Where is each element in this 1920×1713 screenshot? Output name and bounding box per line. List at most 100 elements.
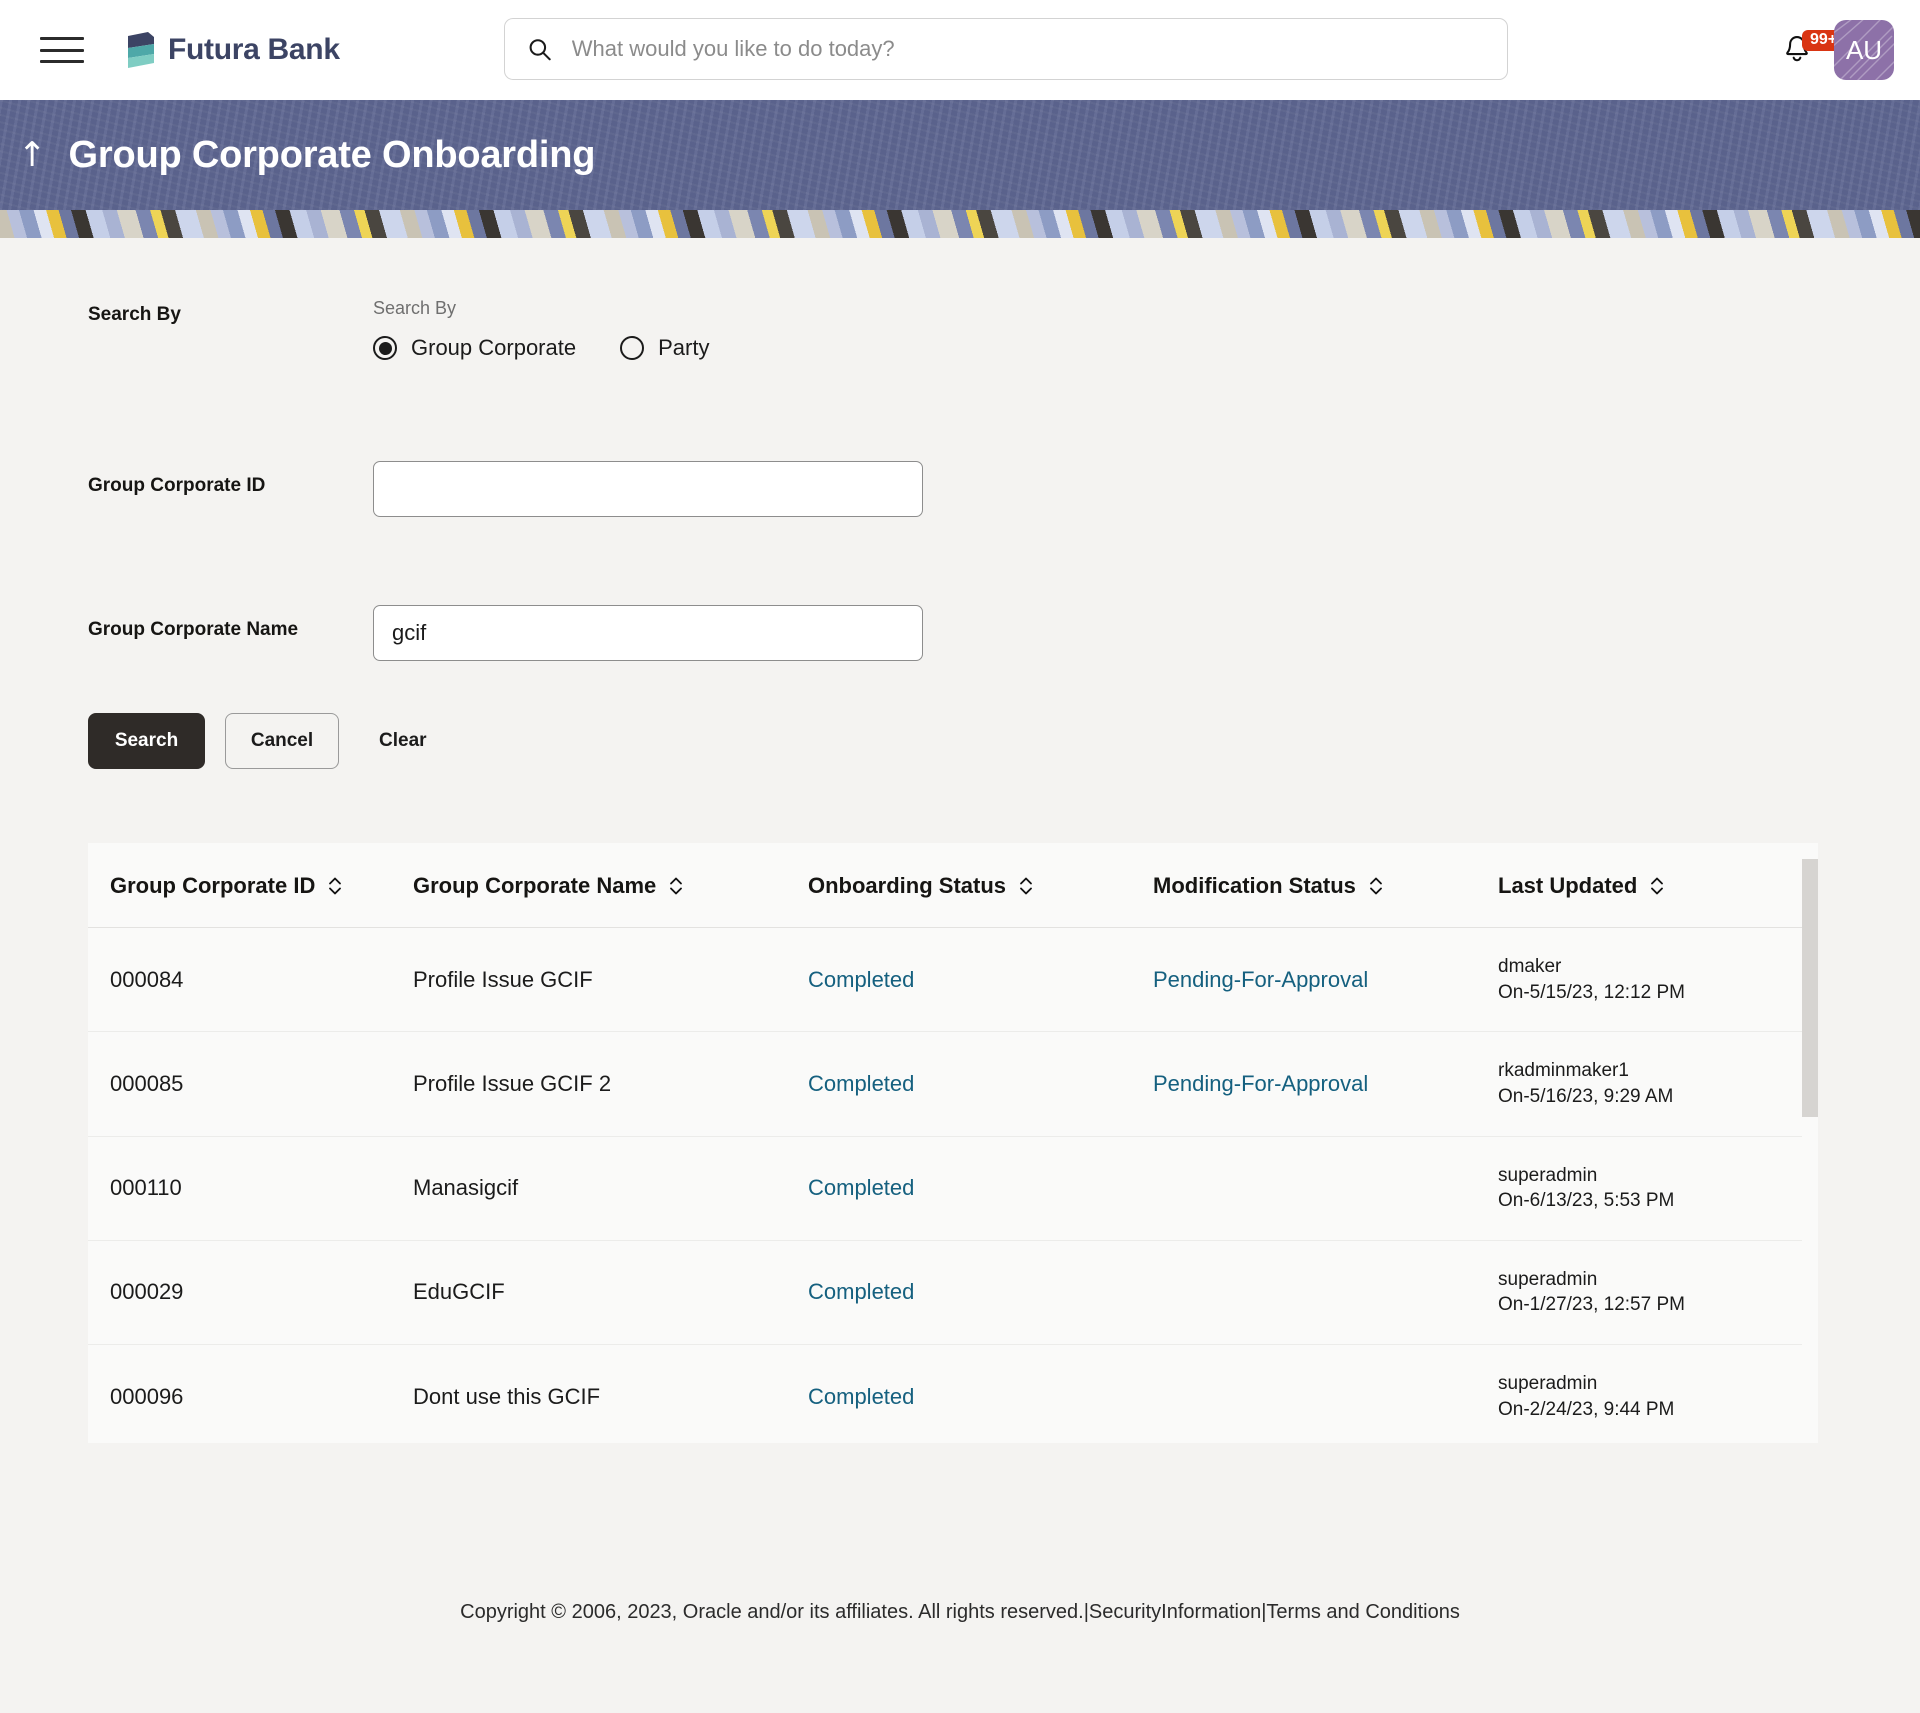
- table-row[interactable]: 000029 EduGCIF Completed superadmin On-1…: [88, 1240, 1803, 1346]
- table-row[interactable]: 000110 Manasigcif Completed superadmin O…: [88, 1136, 1803, 1241]
- search-form: Search By Search By Group Corporate Part…: [0, 298, 1920, 769]
- group-corporate-name-input[interactable]: [373, 605, 923, 661]
- clear-button[interactable]: Clear: [359, 713, 447, 769]
- cell-group-corporate-id: 000029: [88, 1240, 413, 1346]
- cell-onboarding-status: Completed: [808, 1136, 1153, 1241]
- updated-by: rkadminmaker1: [1498, 1060, 1629, 1082]
- updated-by: superadmin: [1498, 1268, 1598, 1290]
- cell-group-corporate-id: 000096: [88, 1344, 413, 1443]
- cell-group-corporate-id: 000085: [88, 1031, 413, 1137]
- notifications-button[interactable]: 99+: [1782, 30, 1846, 66]
- radio-selected-icon: [373, 336, 397, 360]
- cell-last-updated: superadmin On-1/27/23, 12:57 PM: [1498, 1240, 1803, 1346]
- search-by-row: Search By Search By Group Corporate Part…: [88, 298, 1920, 361]
- search-icon: [529, 39, 551, 61]
- table-scrollbar-track[interactable]: [1802, 843, 1818, 1443]
- updated-by: superadmin: [1498, 1373, 1598, 1395]
- cell-onboarding-status: Completed: [808, 1240, 1153, 1346]
- back-arrow-icon[interactable]: ↑: [18, 138, 47, 172]
- cell-modification-status: [1153, 1344, 1498, 1443]
- onboarding-status-link[interactable]: Completed: [808, 1279, 914, 1304]
- avatar-pattern: [1834, 20, 1894, 80]
- hamburger-menu-icon[interactable]: [40, 33, 86, 67]
- updated-on: On-2/24/23, 9:44 PM: [1498, 1398, 1675, 1420]
- brand-logo[interactable]: Futura Bank: [120, 30, 340, 70]
- global-search: [504, 18, 1508, 80]
- hamburger-line: [40, 37, 84, 40]
- group-corporate-id-input[interactable]: [373, 461, 923, 517]
- column-header-onboarding-status[interactable]: Onboarding Status: [808, 843, 1153, 928]
- brand-name: Futura Bank: [168, 33, 340, 66]
- search-box[interactable]: [504, 18, 1508, 80]
- banner-decorative-pattern: [0, 210, 1920, 238]
- cell-group-corporate-name: EduGCIF: [413, 1240, 808, 1346]
- table-header: Group Corporate ID Group Corporate Name …: [88, 843, 1803, 928]
- column-header-last-updated[interactable]: Last Updated: [1498, 843, 1803, 928]
- updated-on: On-5/15/23, 12:12 PM: [1498, 981, 1685, 1003]
- page-banner: ↑ Group Corporate Onboarding: [0, 100, 1920, 210]
- column-header-modification-status[interactable]: Modification Status: [1153, 843, 1498, 928]
- table-scrollbar-thumb[interactable]: [1802, 859, 1818, 1117]
- cell-group-corporate-id: 000084: [88, 927, 413, 1033]
- cell-modification-status: [1153, 1240, 1498, 1346]
- avatar[interactable]: AU: [1834, 20, 1894, 80]
- footer-copyright: Copyright © 2006, 2023, Oracle and/or it…: [460, 1600, 1084, 1623]
- radio-group-corporate[interactable]: Group Corporate: [373, 335, 576, 361]
- table-row[interactable]: 000085 Profile Issue GCIF 2 Completed Pe…: [88, 1031, 1803, 1137]
- radio-unselected-icon: [620, 336, 645, 360]
- onboarding-status-link[interactable]: Completed: [808, 967, 914, 992]
- column-label: Last Updated: [1498, 873, 1638, 898]
- search-button[interactable]: Search: [88, 713, 205, 769]
- terms-and-conditions-link[interactable]: Terms and Conditions: [1266, 1601, 1459, 1624]
- column-header-group-corporate-name[interactable]: Group Corporate Name: [413, 843, 808, 928]
- sort-icon[interactable]: [327, 875, 343, 897]
- security-information-link[interactable]: SecurityInformation: [1089, 1601, 1261, 1624]
- updated-by: dmaker: [1498, 956, 1562, 977]
- results-table: Group Corporate ID Group Corporate Name …: [88, 843, 1803, 1443]
- radio-label: Group Corporate: [411, 335, 577, 360]
- futura-bank-logo-icon: [128, 32, 154, 68]
- updated-on: On-6/13/23, 5:53 PM: [1498, 1190, 1675, 1212]
- cell-last-updated: superadmin On-6/13/23, 5:53 PM: [1498, 1136, 1803, 1241]
- search-input[interactable]: [571, 36, 1485, 62]
- cell-group-corporate-id: 000110: [88, 1136, 413, 1241]
- cell-group-corporate-name: Manasigcif: [413, 1136, 808, 1241]
- radio-group-label: Search By: [373, 298, 457, 318]
- cell-last-updated: rkadminmaker1 On-5/16/23, 9:29 AM: [1498, 1031, 1803, 1137]
- nav-right-actions: 99+ AU: [1782, 0, 1894, 100]
- sort-icon[interactable]: [1368, 875, 1384, 897]
- cell-group-corporate-name: Profile Issue GCIF 2: [413, 1031, 808, 1137]
- search-by-control: Search By Group Corporate Party: [373, 298, 709, 361]
- cell-group-corporate-name: Dont use this GCIF: [413, 1344, 808, 1443]
- updated-by: superadmin: [1498, 1164, 1598, 1186]
- cancel-button[interactable]: Cancel: [225, 713, 339, 769]
- cell-modification-status: [1153, 1136, 1498, 1241]
- hamburger-line: [40, 48, 84, 52]
- cell-onboarding-status: Completed: [808, 1344, 1153, 1443]
- modification-status-link[interactable]: Pending-For-Approval: [1153, 1071, 1368, 1096]
- group-corporate-name-row: Group Corporate Name: [88, 605, 1920, 661]
- column-header-group-corporate-id[interactable]: Group Corporate ID: [88, 843, 413, 928]
- column-label: Onboarding Status: [808, 873, 1006, 898]
- onboarding-status-link[interactable]: Completed: [808, 1071, 914, 1096]
- onboarding-status-link[interactable]: Completed: [808, 1175, 914, 1200]
- onboarding-status-link[interactable]: Completed: [808, 1384, 914, 1409]
- cell-onboarding-status: Completed: [808, 927, 1153, 1033]
- group-corporate-id-row: Group Corporate ID: [88, 461, 1920, 517]
- form-actions: Search Cancel Clear: [88, 713, 1920, 769]
- updated-on: On-5/16/23, 9:29 AM: [1498, 1085, 1674, 1107]
- cell-modification-status: Pending-For-Approval: [1153, 927, 1498, 1033]
- radio-party[interactable]: Party: [620, 335, 709, 361]
- results-table-container: Group Corporate ID Group Corporate Name …: [88, 843, 1818, 1443]
- radio-label: Party: [658, 335, 710, 360]
- column-label: Group Corporate Name: [413, 873, 657, 898]
- modification-status-link[interactable]: Pending-For-Approval: [1153, 967, 1368, 992]
- group-corporate-id-label: Group Corporate ID: [88, 475, 266, 496]
- group-corporate-name-label: Group Corporate Name: [88, 619, 299, 640]
- sort-icon[interactable]: [1649, 875, 1665, 897]
- table-row[interactable]: 000084 Profile Issue GCIF Completed Pend…: [88, 927, 1803, 1033]
- sort-icon[interactable]: [1018, 875, 1034, 897]
- sort-icon[interactable]: [668, 875, 684, 897]
- cell-last-updated: dmaker On-5/15/23, 12:12 PM: [1498, 927, 1803, 1033]
- table-row[interactable]: 000096 Dont use this GCIF Completed supe…: [88, 1344, 1803, 1443]
